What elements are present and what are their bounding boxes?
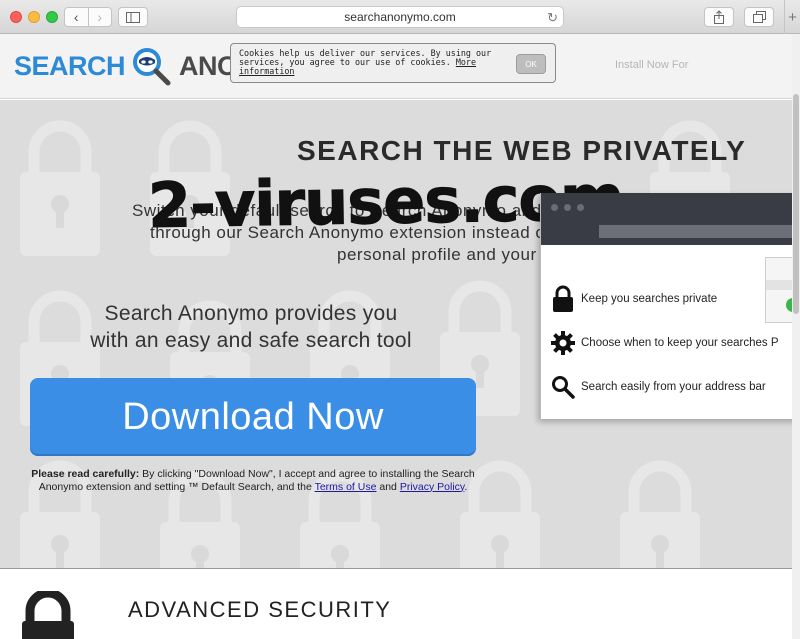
logo-word-search: SEARCH [14, 50, 126, 81]
scrollbar-thumb[interactable] [793, 94, 799, 314]
reload-icon[interactable]: ↻ [547, 10, 558, 26]
page-scrollbar[interactable] [792, 34, 800, 639]
disclaimer-end: . [464, 480, 468, 493]
lock-icon [553, 285, 573, 312]
mockup-feature-item: Search easily from your address bar [551, 375, 766, 399]
chevron-right-icon[interactable]: › [87, 8, 112, 26]
mockup-window-dots [551, 204, 584, 211]
search-icon [552, 376, 575, 399]
gear-icon [551, 331, 575, 355]
advanced-security-section: ADVANCED SECURITY [0, 568, 792, 639]
share-icon[interactable] [704, 7, 734, 27]
mockup-toolbar [541, 193, 800, 245]
terms-of-use-link[interactable]: Terms of Use [315, 481, 377, 493]
minimize-window-button[interactable] [28, 11, 40, 23]
mockup-feature-item: Keep you searches private [551, 285, 717, 313]
disclaimer-and: and [376, 480, 400, 493]
zoom-window-button[interactable] [46, 11, 58, 23]
mockup-feature-item: Choose when to keep your searches P [551, 331, 779, 355]
mockup-feature-label: Keep you searches private [581, 293, 718, 305]
url-text: searchanonymo.com [344, 10, 456, 24]
mockup-address-bar [599, 225, 800, 238]
tagline: Search Anonymo provides you with an easy… [60, 300, 442, 354]
cookie-text: Cookies help us deliver our services. By… [239, 49, 511, 76]
cookie-message: Cookies help us deliver our services. By… [239, 48, 492, 67]
chevron-left-icon[interactable]: ‹ [65, 8, 88, 26]
tagline-line: Search Anonymo provides you [104, 302, 398, 325]
tabs-icon[interactable] [744, 7, 774, 27]
history-nav: ‹ › [64, 7, 112, 27]
mockup-feature-label: Choose when to keep your searches P [581, 337, 779, 349]
download-now-button[interactable]: Download Now [30, 378, 476, 456]
lock-icon [22, 591, 74, 639]
browser-toolbar: ‹ › searchanonymo.com ↻ + [0, 0, 800, 34]
tagline-line: with an easy and safe search tool [90, 329, 412, 352]
sidebar-icon[interactable] [118, 7, 148, 27]
magnifier-mask-icon [131, 46, 171, 86]
section-title: ADVANCED SECURITY [128, 597, 392, 622]
disclaimer-heading: Please read carefully: [31, 468, 140, 480]
cookie-ok-button[interactable]: OK [516, 54, 546, 74]
disclaimer: Please read carefully: By clicking "Down… [30, 468, 476, 493]
plus-icon[interactable]: + [784, 0, 800, 34]
browser-mockup: Keep you searches private Choose when to… [540, 193, 800, 419]
cookie-notice: Cookies help us deliver our services. By… [230, 43, 556, 83]
header-install-link[interactable]: Install Now For [615, 59, 688, 71]
close-window-button[interactable] [10, 11, 22, 23]
privacy-policy-link[interactable]: Privacy Policy [400, 481, 465, 493]
address-bar[interactable]: searchanonymo.com ↻ [236, 6, 564, 28]
mockup-feature-label: Search easily from your address bar [581, 381, 766, 393]
